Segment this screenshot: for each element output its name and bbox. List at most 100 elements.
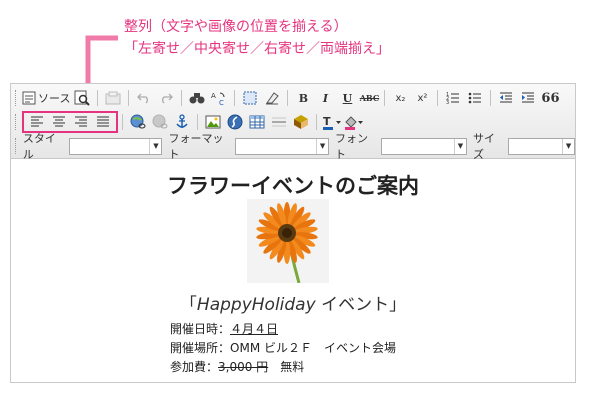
strikethrough-button[interactable]: ABC (359, 88, 379, 108)
place-label: 開催場所： (170, 341, 231, 355)
source-label: ソース (38, 92, 71, 105)
flash-icon (227, 114, 243, 130)
chevron-down-icon: ▼ (149, 138, 161, 154)
preview-icon (74, 90, 91, 106)
undo-button[interactable] (134, 88, 154, 108)
select-all-icon (243, 91, 257, 105)
separator (197, 114, 198, 130)
numbered-list-button[interactable]: 123 (443, 88, 463, 108)
separator (287, 90, 289, 106)
align-justify-button[interactable] (93, 112, 113, 132)
format-label: フォーマット (168, 132, 224, 161)
anchor-icon (176, 114, 188, 128)
svg-text:3: 3 (446, 100, 449, 105)
unlink-button[interactable] (150, 112, 170, 132)
templates-button[interactable] (103, 88, 123, 108)
style-dropdown[interactable]: ▼ (68, 137, 163, 155)
link-globe-icon (130, 114, 146, 129)
image-icon (205, 115, 221, 129)
event-name: 「HappyHoliday イベント」 (11, 290, 575, 315)
replace-button[interactable]: AC (209, 88, 229, 108)
redo-icon (162, 93, 174, 104)
editor-toolbar: ソース AC B I U ABC x₂ x² 1 2 3 66 T スタイル ▼… (11, 84, 576, 161)
indent-button[interactable] (518, 88, 538, 108)
image-button[interactable] (203, 112, 223, 132)
paint-bucket-icon (345, 116, 363, 130)
fee-new: 無料 (268, 360, 305, 374)
svg-text:T: T (323, 115, 331, 128)
italic-button[interactable]: I (315, 88, 335, 108)
align-left-button[interactable] (27, 112, 47, 132)
bold-button[interactable]: B (293, 88, 313, 108)
chevron-down-icon: ▼ (562, 138, 574, 154)
special-char-icon (294, 115, 308, 129)
preview-button[interactable] (72, 88, 92, 108)
alignment-annotation: 整列（文字や画像の位置を揃える） 「左寄せ／中央寄せ／右寄せ／両端揃え」 (124, 16, 390, 60)
separator (128, 90, 130, 106)
text-color-icon: T (323, 115, 341, 130)
separator (490, 90, 492, 106)
fee-label: 参加費： (170, 360, 219, 374)
align-right-button[interactable] (71, 112, 91, 132)
underline-button[interactable]: U (337, 88, 357, 108)
separator (316, 114, 317, 130)
table-button[interactable] (247, 112, 267, 132)
annotation-line-2: 「左寄せ／中央寄せ／右寄せ／両端揃え」 (124, 41, 390, 57)
toolbar-grip (15, 90, 18, 106)
event-name-italic: HappyHoliday (196, 295, 316, 315)
font-label: フォント (335, 132, 369, 161)
date-value: ４月４日 (230, 322, 279, 336)
horizontal-rule-icon (272, 117, 286, 127)
superscript-button[interactable]: x² (412, 88, 432, 108)
separator (97, 90, 99, 106)
date-label: 開催日時： (170, 322, 231, 336)
align-justify-icon (97, 116, 109, 127)
align-right-icon (75, 116, 87, 127)
event-name-rest: イベント」 (315, 295, 407, 315)
link-button[interactable] (128, 112, 148, 132)
toolbar-row-3: スタイル ▼ フォーマット ▼ フォント ▼ サイズ ▼ (15, 132, 576, 161)
unlink-icon (152, 114, 168, 129)
special-char-button[interactable] (291, 112, 311, 132)
svg-text:A: A (211, 92, 216, 100)
separator (122, 114, 123, 130)
anchor-button[interactable] (172, 112, 192, 132)
select-all-button[interactable] (240, 88, 260, 108)
bulleted-list-button[interactable] (465, 88, 485, 108)
flash-button[interactable] (225, 112, 245, 132)
place-value: OMM ビル２Ｆ イベント会場 (230, 341, 396, 355)
align-left-icon (31, 116, 43, 127)
gerbera-flower-image (247, 199, 329, 283)
outdent-button[interactable] (496, 88, 516, 108)
templates-icon (105, 91, 121, 105)
format-dropdown[interactable]: ▼ (235, 137, 330, 155)
separator (384, 90, 386, 106)
chevron-down-icon: ▼ (453, 138, 466, 154)
separator (437, 90, 439, 106)
redo-button[interactable] (156, 88, 176, 108)
toolbar-row-1: ソース AC B I U ABC x₂ x² 1 2 3 66 (15, 87, 561, 109)
annotation-line-1: 整列（文字や画像の位置を揃える） (124, 19, 348, 35)
separator (181, 90, 183, 106)
numbered-list-icon: 123 (446, 92, 460, 105)
find-button[interactable] (187, 88, 207, 108)
undo-icon (137, 93, 149, 104)
document-title: フラワーイベントのご案内 (167, 174, 419, 198)
chevron-down-icon: ▼ (316, 138, 328, 154)
font-dropdown[interactable]: ▼ (381, 137, 467, 155)
toolbar-grip (15, 114, 18, 130)
bulleted-list-icon (469, 92, 482, 104)
blockquote-button[interactable]: 66 (540, 88, 560, 108)
detail-date: 開催日時：４月４日 (170, 320, 396, 339)
event-details: 開催日時：４月４日 開催場所：OMM ビル２Ｆ イベント会場 参加費：3,000… (170, 320, 396, 377)
event-name-open: 「 (179, 295, 197, 315)
horizontal-rule-button[interactable] (269, 112, 289, 132)
background-color-button[interactable] (344, 112, 364, 132)
align-center-button[interactable] (49, 112, 69, 132)
subscript-button[interactable]: x₂ (390, 88, 410, 108)
remove-format-button[interactable] (262, 88, 282, 108)
text-color-button[interactable]: T (322, 112, 342, 132)
source-button[interactable]: ソース (22, 88, 70, 108)
size-dropdown[interactable]: ▼ (508, 137, 576, 155)
toolbar-grip (15, 138, 18, 154)
